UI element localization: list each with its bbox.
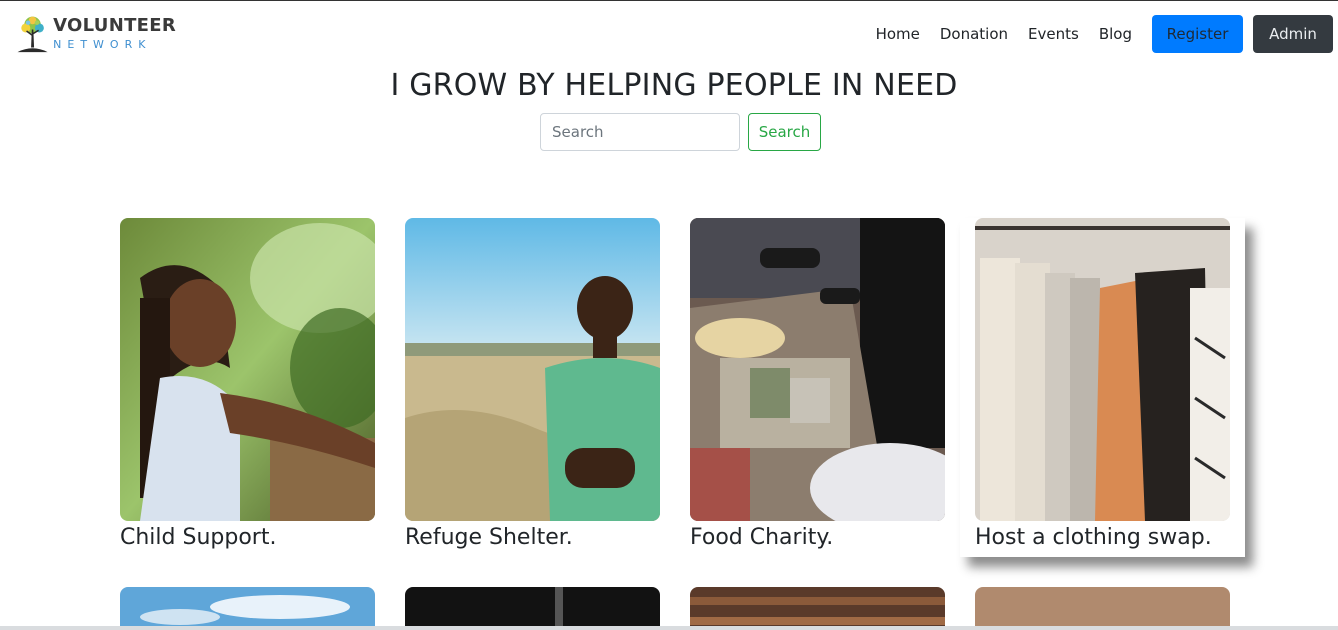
brand-name: VOLUNTEER bbox=[53, 15, 176, 36]
search-input[interactable] bbox=[540, 113, 740, 151]
nav-link-events[interactable]: Events bbox=[1028, 22, 1079, 46]
horizontal-scrollbar[interactable] bbox=[0, 626, 1338, 630]
search-form: Search bbox=[540, 113, 821, 151]
card-title: Food Charity. bbox=[690, 525, 834, 550]
card-title: Child Support. bbox=[120, 525, 277, 550]
page-headline: I GROW BY HELPING PEOPLE IN NEED bbox=[390, 68, 958, 103]
card-image[interactable] bbox=[120, 218, 375, 521]
card-image[interactable] bbox=[405, 218, 660, 521]
nav-link-blog[interactable]: Blog bbox=[1099, 22, 1132, 46]
event-card-row2-2[interactable] bbox=[405, 587, 660, 630]
event-card-clothing-swap[interactable]: Host a clothing swap. bbox=[975, 218, 1230, 552]
window-top-border bbox=[0, 0, 1338, 1]
tree-icon bbox=[17, 16, 48, 53]
event-card-refuge-shelter[interactable]: Refuge Shelter. bbox=[405, 218, 660, 552]
admin-button[interactable]: Admin bbox=[1253, 15, 1333, 53]
event-card-child-support[interactable]: Child Support. bbox=[120, 218, 375, 552]
brand-tagline: NETWORK bbox=[53, 38, 152, 51]
register-button[interactable]: Register bbox=[1152, 15, 1243, 53]
search-button[interactable]: Search bbox=[748, 113, 821, 151]
event-card-food-charity[interactable]: Food Charity. bbox=[690, 218, 945, 552]
nav-link-donation[interactable]: Donation bbox=[940, 22, 1008, 46]
event-card-row2-4[interactable] bbox=[975, 587, 1230, 630]
card-image[interactable] bbox=[975, 218, 1230, 521]
event-card-row2-3[interactable] bbox=[690, 587, 945, 630]
card-title: Refuge Shelter. bbox=[405, 525, 573, 550]
card-image[interactable] bbox=[690, 218, 945, 521]
brand-logo[interactable]: VOLUNTEER NETWORK bbox=[16, 8, 176, 60]
card-title: Host a clothing swap. bbox=[975, 525, 1212, 550]
main-nav: Home Donation Events Blog Register Admin bbox=[876, 15, 1333, 53]
nav-link-home[interactable]: Home bbox=[876, 22, 920, 46]
event-card-row2-1[interactable] bbox=[120, 587, 375, 630]
